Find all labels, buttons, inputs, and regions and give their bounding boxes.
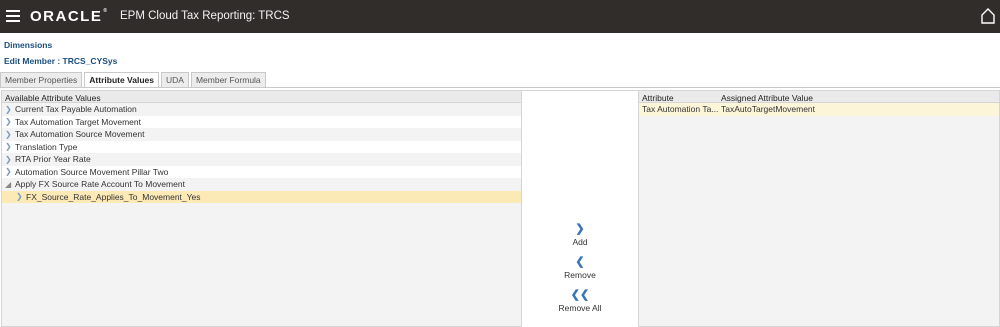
tree-item[interactable]: ❯ Current Tax Payable Automation bbox=[2, 103, 521, 116]
tree-item[interactable]: ◢ Apply FX Source Rate Account To Moveme… bbox=[2, 178, 521, 191]
tree-item-label: Apply FX Source Rate Account To Movement bbox=[15, 179, 185, 190]
oracle-logo: ORACLE® bbox=[30, 8, 109, 25]
app-title: EPM Cloud Tax Reporting: TRCS bbox=[120, 10, 290, 22]
page-title: Edit Member : TRCS_CYSys bbox=[4, 56, 118, 66]
action-panel: ❯ Add ❮ Remove ❮❮ Remove All bbox=[522, 90, 638, 327]
remove-all-button[interactable]: ❮❮ Remove All bbox=[522, 289, 638, 313]
column-header-attribute[interactable]: Attribute bbox=[639, 91, 718, 103]
tab-member-properties[interactable]: Member Properties bbox=[0, 72, 83, 87]
tree-item[interactable]: ❯ Tax Automation Source Movement bbox=[2, 128, 521, 141]
expand-icon[interactable]: ❯ bbox=[5, 130, 15, 139]
tree-item-label: Tax Automation Source Movement bbox=[15, 129, 145, 140]
home-icon[interactable] bbox=[980, 7, 996, 25]
tree-item[interactable]: ❯ RTA Prior Year Rate bbox=[2, 153, 521, 166]
expand-icon[interactable]: ❯ bbox=[5, 117, 15, 126]
expand-icon[interactable]: ❯ bbox=[5, 142, 15, 151]
expand-icon[interactable]: ❯ bbox=[16, 192, 26, 201]
collapse-icon[interactable]: ◢ bbox=[5, 180, 15, 189]
remove-label: Remove bbox=[564, 270, 596, 280]
expand-icon[interactable]: ❯ bbox=[5, 167, 15, 176]
add-button[interactable]: ❯ Add bbox=[522, 223, 638, 247]
chevron-right-icon: ❯ bbox=[575, 223, 585, 235]
remove-all-label: Remove All bbox=[558, 303, 602, 313]
available-header: Available Attribute Values bbox=[2, 91, 521, 103]
tree-item[interactable]: ❯ Automation Source Movement Pillar Two bbox=[2, 165, 521, 178]
tab-member-formula[interactable]: Member Formula bbox=[190, 72, 266, 87]
tree-item-label: FX_Source_Rate_Applies_To_Movement_Yes bbox=[26, 191, 201, 202]
tab-uda[interactable]: UDA bbox=[161, 72, 189, 87]
hamburger-menu-icon[interactable] bbox=[6, 10, 20, 22]
assigned-header: Attribute Assigned Attribute Value bbox=[639, 91, 999, 103]
breadcrumb-dimensions[interactable]: Dimensions bbox=[4, 40, 52, 50]
tab-bar: Member Properties Attribute Values UDA M… bbox=[0, 72, 268, 87]
tree-item-label: Tax Automation Target Movement bbox=[15, 116, 141, 127]
tab-attribute-values[interactable]: Attribute Values bbox=[84, 72, 159, 87]
tree-item-label: RTA Prior Year Rate bbox=[15, 154, 91, 165]
column-header-assigned-value[interactable]: Assigned Attribute Value bbox=[718, 91, 816, 103]
tree-item[interactable]: ❯ Tax Automation Target Movement bbox=[2, 115, 521, 128]
tree-item-selected[interactable]: ❯ FX_Source_Rate_Applies_To_Movement_Yes bbox=[2, 190, 521, 203]
tree-item-label: Current Tax Payable Automation bbox=[15, 104, 137, 115]
assigned-attributes-panel: Attribute Assigned Attribute Value Tax A… bbox=[638, 90, 1000, 327]
top-bar: ORACLE® EPM Cloud Tax Reporting: TRCS bbox=[0, 0, 1000, 33]
double-chevron-left-icon: ❮❮ bbox=[570, 289, 590, 301]
chevron-left-icon: ❮ bbox=[575, 256, 585, 268]
attribute-cell: Tax Automation Ta... bbox=[642, 104, 718, 115]
expand-icon[interactable]: ❯ bbox=[5, 105, 15, 114]
tree-item-label: Translation Type bbox=[15, 141, 78, 152]
tab-divider bbox=[0, 87, 1000, 88]
remove-button[interactable]: ❮ Remove bbox=[522, 256, 638, 280]
expand-icon[interactable]: ❯ bbox=[5, 155, 15, 164]
assigned-value-cell: TaxAutoTargetMovement bbox=[721, 104, 816, 115]
available-attribute-values-panel: Available Attribute Values ❯ Current Tax… bbox=[1, 90, 522, 327]
tree-item[interactable]: ❯ Translation Type bbox=[2, 140, 521, 153]
add-label: Add bbox=[572, 237, 588, 247]
tree-item-label: Automation Source Movement Pillar Two bbox=[15, 166, 169, 177]
table-row[interactable]: Tax Automation Ta... TaxAutoTargetMoveme… bbox=[639, 103, 999, 116]
